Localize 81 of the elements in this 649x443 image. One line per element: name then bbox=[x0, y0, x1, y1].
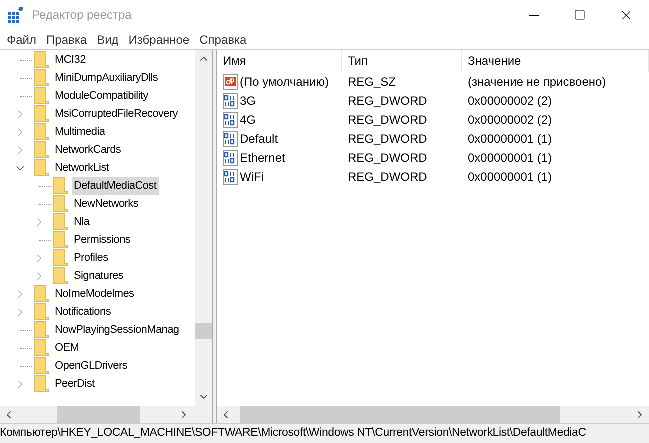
tree-item[interactable]: NowPlayingSessionManag bbox=[53, 321, 182, 339]
folder-icon bbox=[34, 375, 50, 393]
value-name[interactable]: Ethernet bbox=[240, 148, 286, 166]
value-type: REG_DWORD bbox=[347, 168, 428, 186]
value-type: REG_DWORD bbox=[347, 150, 428, 166]
window-title: Редактор реестра bbox=[32, 7, 132, 24]
folder-icon bbox=[34, 87, 50, 105]
folder-icon bbox=[34, 357, 50, 375]
scrollbar-thumb[interactable] bbox=[195, 323, 212, 339]
value-type: REG_DWORD bbox=[347, 112, 428, 128]
tree-item[interactable]: Permissions bbox=[72, 231, 133, 249]
tree-item[interactable]: Notifications bbox=[53, 303, 114, 321]
tree-item[interactable]: Signatures bbox=[72, 267, 126, 285]
folder-icon bbox=[34, 285, 50, 303]
column-header[interactable]: Значение bbox=[462, 50, 649, 72]
string-value-icon bbox=[223, 74, 238, 90]
folder-icon bbox=[34, 159, 50, 177]
menu-item[interactable]: Правка bbox=[42, 30, 92, 48]
value-data: 0x00000001 (1) bbox=[467, 168, 554, 186]
tree-item[interactable]: MiniDumpAuxiliaryDlls bbox=[53, 69, 160, 87]
status-bar-path: Компьютер\HKEY_LOCAL_MACHINE\SOFTWARE\Microsoft\Windows NT\CurrentVersion\NetworkList\DefaultMediaC bbox=[0, 426, 586, 441]
value-name[interactable]: 3G bbox=[240, 92, 256, 110]
tree-item[interactable]: MsiCorruptedFileRecovery bbox=[53, 105, 180, 123]
folder-icon bbox=[53, 213, 69, 231]
menu-item[interactable]: Избранное bbox=[124, 30, 195, 48]
value-type: REG_DWORD bbox=[347, 130, 428, 148]
tree-item[interactable]: NetworkList bbox=[53, 159, 112, 177]
tree-item[interactable]: Profiles bbox=[72, 249, 110, 267]
tree-item[interactable]: NoImeModelmes bbox=[53, 285, 136, 303]
value-name[interactable]: 4G bbox=[240, 110, 256, 128]
folder-icon bbox=[34, 105, 50, 123]
scrollbar-thumb[interactable] bbox=[240, 406, 560, 423]
value-data: 0x00000002 (2) bbox=[467, 112, 554, 128]
binary-value-icon bbox=[223, 92, 238, 108]
tree-item[interactable]: ModuleCompatibility bbox=[53, 87, 150, 105]
minimize-icon bbox=[529, 14, 539, 16]
tree-item[interactable]: PeerDist bbox=[53, 375, 97, 393]
tree-item[interactable]: NetworkCards bbox=[53, 141, 124, 159]
value-type: REG_SZ bbox=[347, 74, 398, 90]
scrollbar-thumb[interactable] bbox=[57, 406, 140, 423]
value-data: 0x00000002 (2) bbox=[467, 92, 554, 110]
menu-item[interactable]: Файл bbox=[2, 30, 42, 48]
value-name[interactable]: Default bbox=[240, 130, 278, 148]
vertical-scrollbar[interactable] bbox=[195, 50, 212, 406]
registry-app-icon bbox=[8, 7, 24, 23]
folder-icon bbox=[53, 231, 69, 249]
folder-icon bbox=[53, 177, 69, 195]
folder-icon bbox=[34, 303, 50, 321]
binary-value-icon bbox=[223, 150, 238, 166]
folder-icon bbox=[53, 249, 69, 267]
tree-item[interactable]: Multimedia bbox=[53, 123, 108, 141]
folder-icon bbox=[34, 123, 50, 141]
binary-value-icon bbox=[223, 168, 238, 184]
folder-icon bbox=[34, 321, 50, 339]
value-name[interactable]: WiFi bbox=[240, 168, 264, 186]
column-header[interactable]: Тип bbox=[342, 50, 462, 72]
value-data: 0x00000001 (1) bbox=[467, 130, 554, 148]
tree-item[interactable]: OpenGLDrivers bbox=[53, 357, 130, 375]
menu-item[interactable]: Вид bbox=[92, 30, 124, 48]
folder-icon bbox=[34, 339, 50, 357]
horizontal-scrollbar[interactable] bbox=[0, 406, 212, 423]
folder-icon bbox=[53, 195, 69, 213]
folder-icon bbox=[34, 51, 50, 69]
maximize-icon bbox=[574, 9, 586, 21]
binary-value-icon bbox=[223, 112, 238, 128]
tree-item[interactable]: DefaultMediaCost bbox=[72, 177, 159, 195]
folder-icon bbox=[53, 267, 69, 285]
menu-item[interactable]: Справка bbox=[194, 30, 252, 48]
tree-item[interactable]: MCI32 bbox=[53, 51, 88, 69]
folder-icon bbox=[34, 69, 50, 87]
value-data: (значение не присвоено) bbox=[467, 74, 608, 90]
column-header[interactable]: Имя bbox=[217, 50, 342, 72]
tree-item[interactable]: NewNetworks bbox=[72, 195, 141, 213]
binary-value-icon bbox=[223, 130, 238, 146]
value-data: 0x00000001 (1) bbox=[467, 150, 554, 166]
value-name[interactable]: (По умолчанию) bbox=[240, 72, 330, 90]
value-type: REG_DWORD bbox=[347, 92, 428, 110]
folder-icon bbox=[34, 141, 50, 159]
tree-item[interactable]: Nla bbox=[72, 213, 92, 231]
tree-item[interactable]: OEM bbox=[53, 339, 82, 357]
horizontal-scrollbar[interactable] bbox=[217, 406, 649, 423]
